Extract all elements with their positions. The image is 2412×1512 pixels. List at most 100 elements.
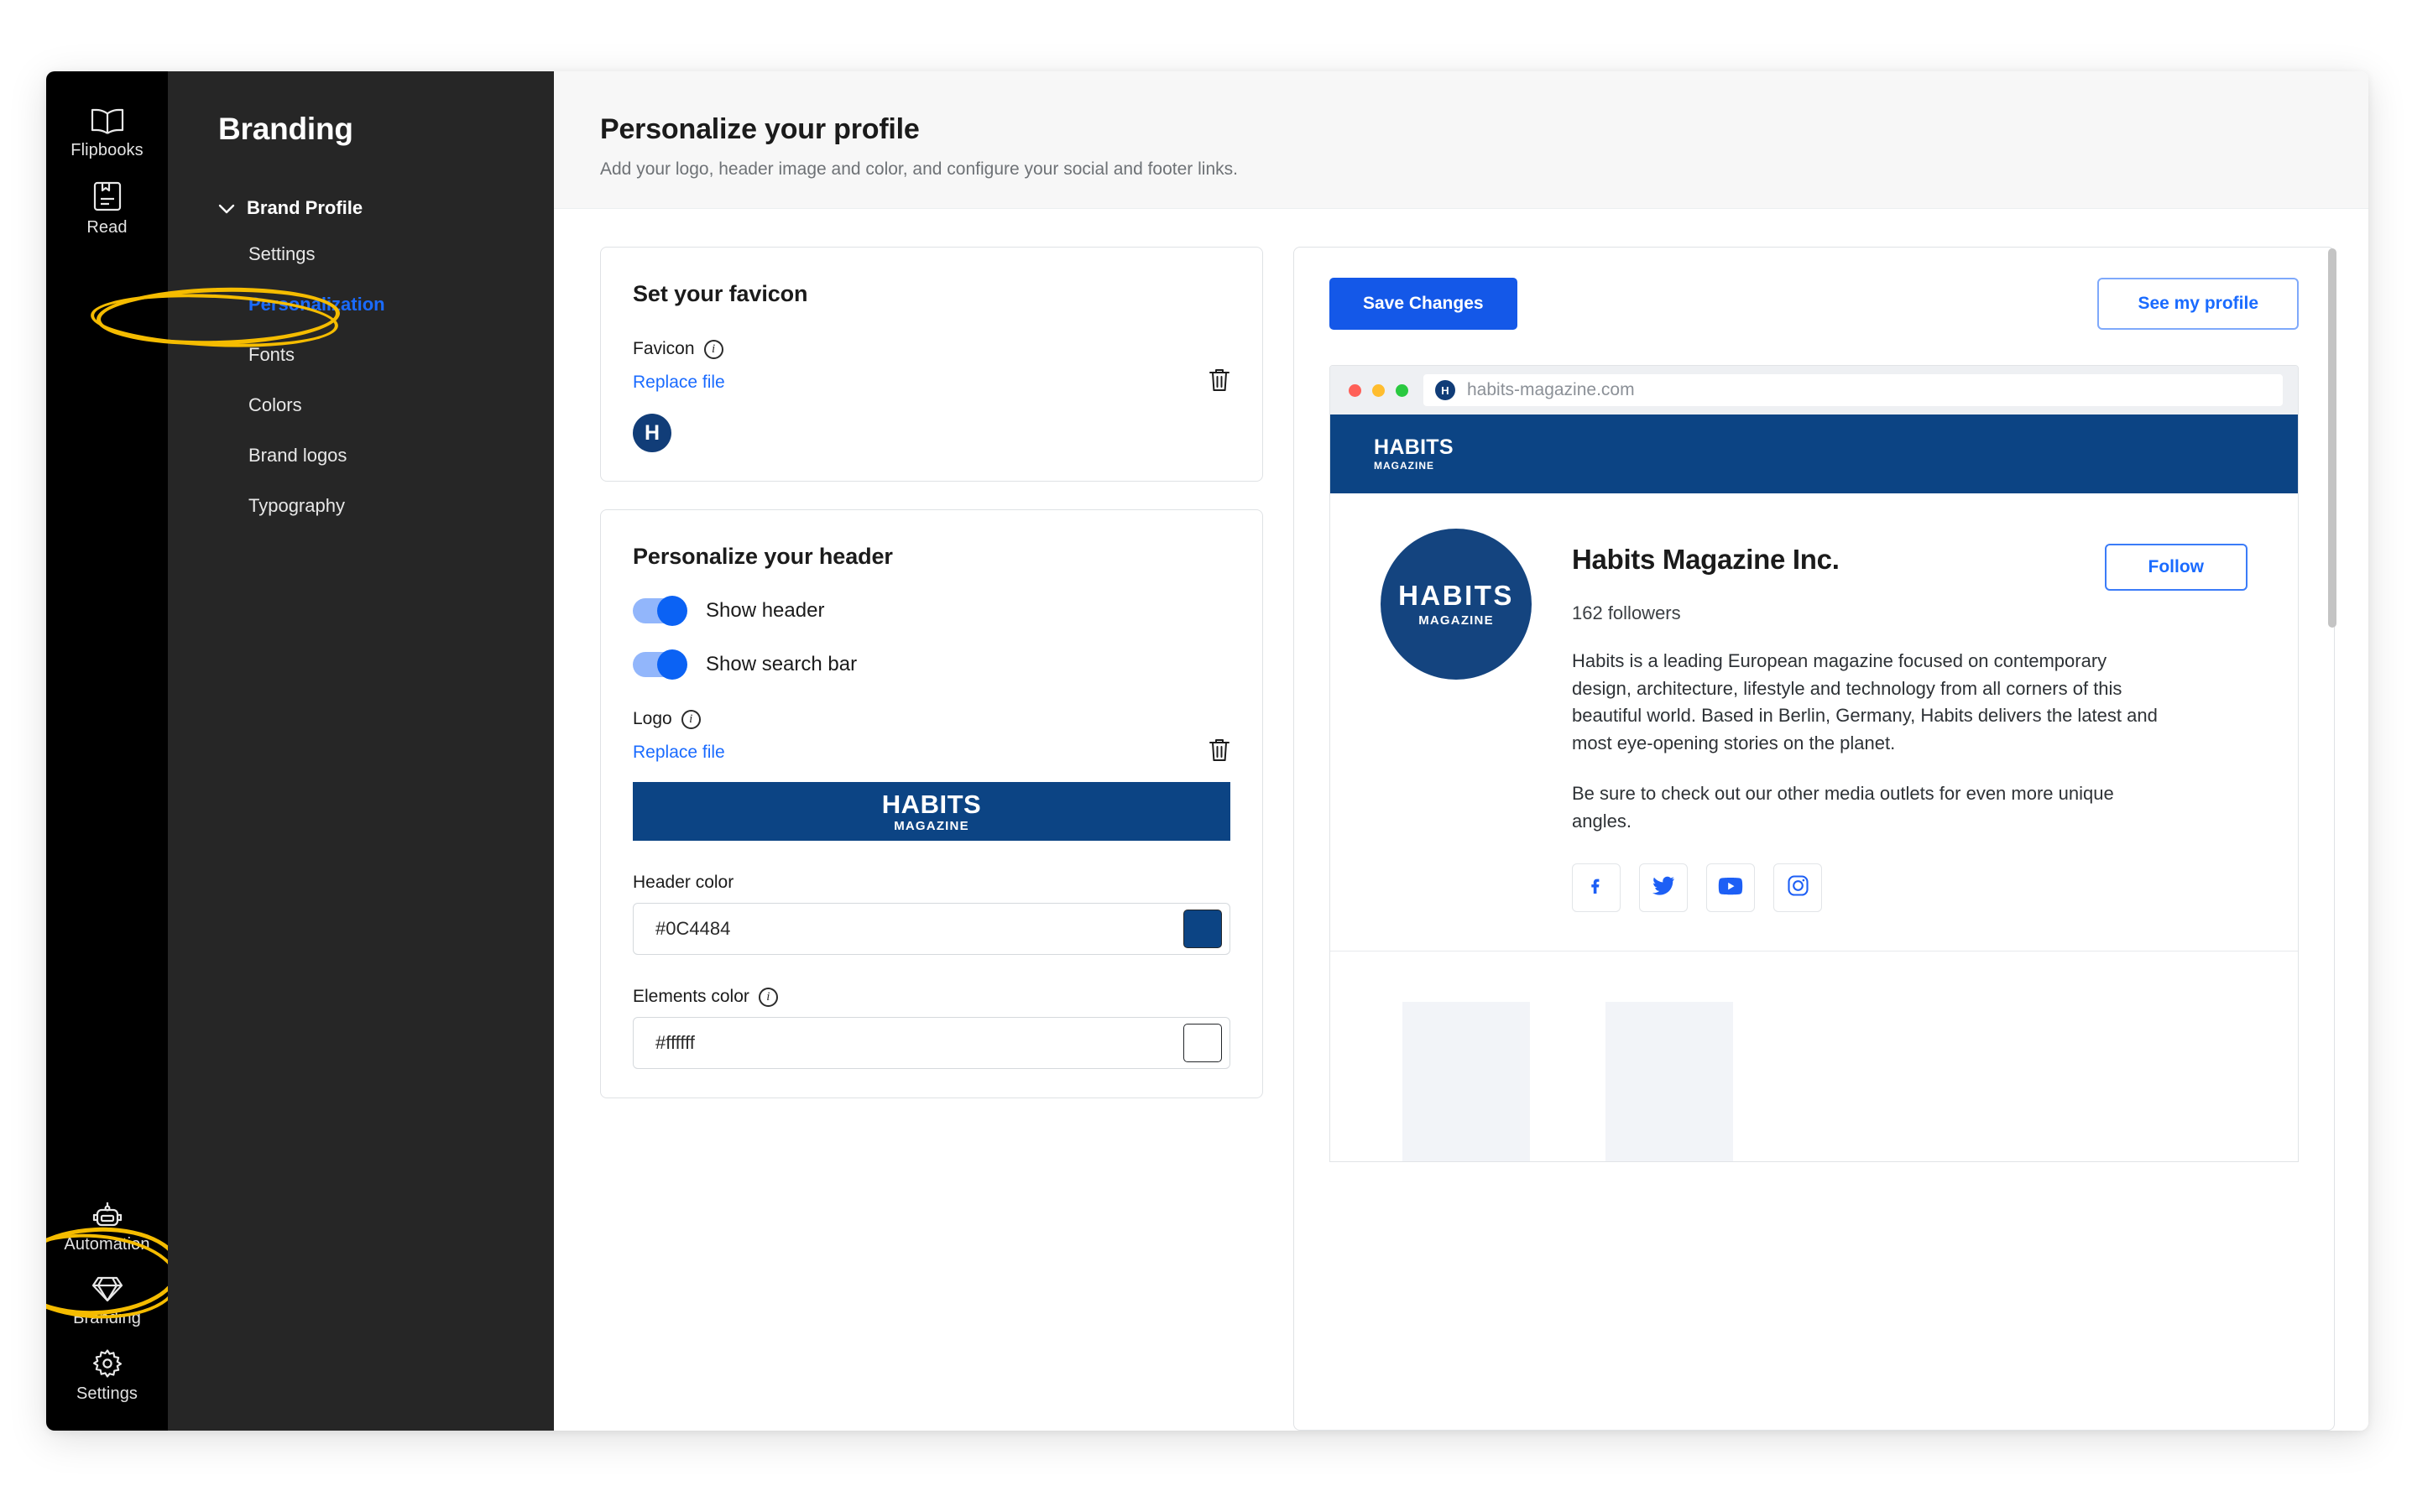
close-dot-icon[interactable] — [1349, 383, 1361, 397]
elements-color-value: #ffffff — [655, 1032, 695, 1053]
site-header-banner: HABITS MAGAZINE — [1330, 414, 2298, 493]
logo-preview-banner: HABITS MAGAZINE — [633, 782, 1230, 841]
site-logo-primary: HABITS — [1374, 435, 1454, 459]
avatar-secondary-text: MAGAZINE — [1418, 613, 1494, 628]
maximize-dot-icon[interactable] — [1396, 383, 1408, 397]
rail-item-settings[interactable]: Settings — [46, 1337, 168, 1412]
rail-label: Flipbooks — [70, 141, 144, 159]
placeholder-card[interactable] — [1605, 1002, 1733, 1162]
profile-bio-paragraph-2: Be sure to check out our other media out… — [1572, 783, 2114, 832]
toggle-show-search-bar-label: Show search bar — [706, 653, 858, 675]
url-text: habits-magazine.com — [1467, 380, 1635, 399]
save-changes-button[interactable]: Save Changes — [1329, 278, 1517, 330]
rail-bottom-group: Automation Branding Settings — [46, 1189, 168, 1431]
header-color-label-row: Header color — [633, 873, 1230, 893]
social-link-instagram[interactable] — [1773, 863, 1822, 913]
rail-item-flipbooks[interactable]: Flipbooks — [46, 95, 168, 169]
minimize-dot-icon[interactable] — [1372, 383, 1385, 397]
rail-label: Branding — [73, 1309, 141, 1327]
info-icon[interactable]: i — [758, 987, 778, 1007]
favicon-card: Set your favicon Favicon i Replace file — [600, 247, 1263, 482]
toggle-knob — [657, 649, 687, 680]
profile-avatar: HABITS MAGAZINE — [1381, 529, 1532, 680]
robot-icon — [91, 1201, 123, 1229]
profile-top-row: Habits Magazine Inc. Follow — [1572, 544, 2248, 591]
replace-file-link[interactable]: Replace file — [633, 743, 725, 763]
logo-secondary-text: MAGAZINE — [894, 818, 969, 833]
elements-color-input[interactable]: #ffffff — [633, 1017, 1230, 1069]
delete-logo-button[interactable] — [1209, 738, 1230, 767]
main-body: Set your favicon Favicon i Replace file — [554, 209, 2368, 1431]
elements-color-label: Elements color — [633, 987, 749, 1006]
instagram-icon — [1787, 874, 1809, 901]
toggle-row-show-search-bar: Show search bar — [633, 649, 1230, 680]
logo-field-label-row: Logo i — [633, 709, 1230, 729]
info-icon[interactable]: i — [703, 339, 723, 359]
trash-icon — [1209, 738, 1230, 767]
avatar-primary-text: HABITS — [1398, 580, 1514, 611]
rail-item-automation[interactable]: Automation — [46, 1189, 168, 1263]
preview-actions: Save Changes See my profile — [1329, 278, 2299, 330]
sidebar-item-personalization[interactable]: Personalization — [168, 279, 554, 330]
replace-file-link[interactable]: Replace file — [633, 373, 725, 393]
rail-top-group: Flipbooks Read — [46, 71, 168, 246]
favicon-field-label-row: Favicon i — [633, 339, 1230, 359]
profile-bio-paragraph-1: Habits is a leading European magazine fo… — [1572, 650, 2158, 753]
social-link-facebook[interactable] — [1572, 863, 1621, 913]
window-controls — [1349, 383, 1408, 397]
gear-icon — [92, 1348, 123, 1379]
logo-replace-row: Replace file — [633, 738, 1230, 767]
header-color-input[interactable]: #0C4484 — [633, 903, 1230, 955]
see-my-profile-button[interactable]: See my profile — [2097, 278, 2299, 330]
header-card-title: Personalize your header — [633, 544, 893, 569]
site-profile-section: HABITS MAGAZINE Habits Magazine Inc. Fol… — [1330, 493, 2298, 952]
facebook-icon — [1585, 875, 1607, 901]
sidebar-item-fonts[interactable]: Fonts — [168, 330, 554, 380]
social-link-youtube[interactable] — [1706, 863, 1755, 913]
sidebar-item-typography[interactable]: Typography — [168, 481, 554, 531]
toggle-show-search-bar[interactable] — [633, 649, 687, 680]
sidebar-title: Branding — [218, 112, 353, 146]
rail-item-branding[interactable]: Branding — [46, 1263, 168, 1337]
favicon-card-title: Set your favicon — [633, 281, 808, 306]
favicon-field-label: Favicon — [633, 339, 695, 358]
icon-rail: Flipbooks Read Automation Branding Setti… — [46, 71, 183, 1431]
info-icon[interactable]: i — [681, 709, 701, 729]
page-title: Personalize your profile — [600, 113, 920, 145]
app-window: Flipbooks Read Automation Branding Setti… — [46, 71, 2368, 1431]
nav-group-brand-profile: Brand Profile Settings Personalization F… — [168, 187, 554, 531]
rail-label: Read — [86, 218, 128, 237]
scrollbar-thumb[interactable] — [2328, 248, 2336, 628]
chevron-down-icon — [218, 197, 235, 219]
sidebar-item-brand-logos[interactable]: Brand logos — [168, 430, 554, 481]
social-link-twitter[interactable] — [1639, 863, 1688, 913]
preview-scrollbar[interactable] — [2328, 247, 2336, 1431]
sidebar-item-settings[interactable]: Settings — [168, 229, 554, 279]
browser-preview: H habits-magazine.com HABITS MAGAZINE HA… — [1329, 365, 2299, 1163]
profile-row: HABITS MAGAZINE Habits Magazine Inc. Fol… — [1381, 529, 2248, 913]
delete-favicon-button[interactable] — [1209, 368, 1230, 397]
main-content: Personalize your profile Add your logo, … — [554, 71, 2368, 1431]
preview-card: Save Changes See my profile H habits-mag… — [1293, 247, 2335, 1431]
diamond-icon — [91, 1275, 123, 1303]
social-links-row — [1572, 863, 2248, 913]
placeholder-card[interactable] — [1402, 1002, 1530, 1162]
header-color-label: Header color — [633, 873, 734, 892]
elements-color-label-row: Elements color i — [633, 987, 1230, 1007]
rail-item-read[interactable]: Read — [46, 169, 168, 246]
content-cards-row — [1330, 952, 2298, 1162]
url-bar[interactable]: H habits-magazine.com — [1423, 374, 2283, 406]
header-color-swatch[interactable] — [1183, 910, 1222, 948]
rail-label: Settings — [76, 1384, 138, 1403]
profile-info: Habits Magazine Inc. Follow 162 follower… — [1572, 529, 2248, 913]
elements-color-swatch[interactable] — [1183, 1024, 1222, 1062]
document-read-icon — [92, 180, 123, 212]
sidebar-item-colors[interactable]: Colors — [168, 380, 554, 430]
nav-group-header-brand-profile[interactable]: Brand Profile — [168, 187, 554, 229]
toggle-show-header[interactable] — [633, 596, 687, 626]
preview-column: Save Changes See my profile H habits-mag… — [1293, 247, 2336, 1431]
follow-button[interactable]: Follow — [2104, 544, 2248, 591]
favicon-preview: H — [633, 414, 671, 452]
page-header: Personalize your profile Add your logo, … — [554, 71, 2368, 209]
toggle-row-show-header: Show header — [633, 596, 1230, 626]
